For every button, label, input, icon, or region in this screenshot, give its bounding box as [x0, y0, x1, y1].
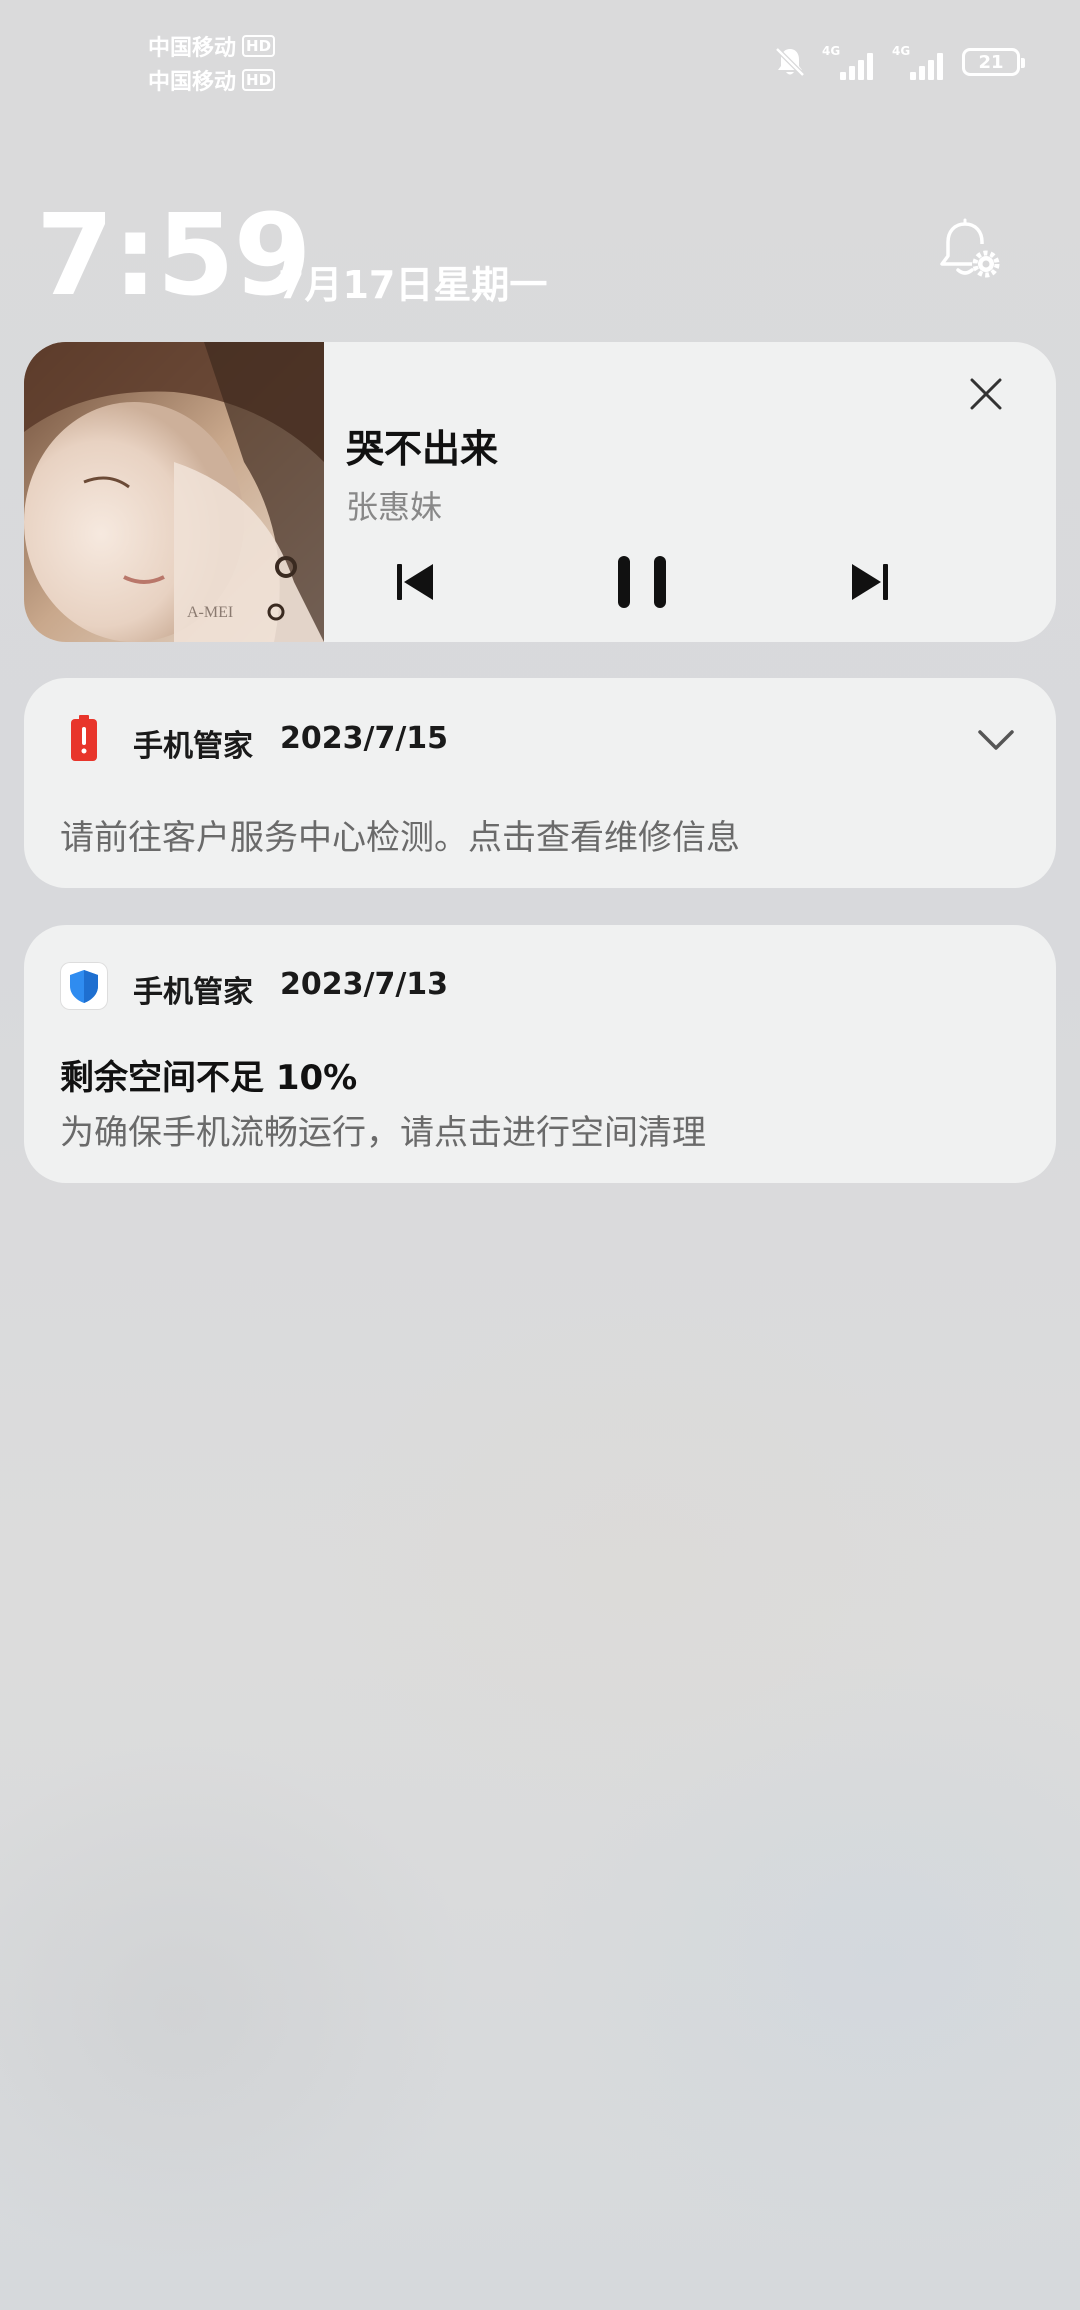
- bell-gear-icon[interactable]: [934, 214, 1004, 284]
- network-2-label: 4G: [892, 44, 911, 58]
- carrier-1: 中国移动 HD: [148, 30, 276, 62]
- notification-date: 2023/7/13: [280, 967, 449, 1002]
- notification-app-name: 手机管家: [133, 729, 253, 764]
- hd-badge: HD: [242, 69, 276, 91]
- close-icon[interactable]: [964, 372, 1008, 416]
- album-text: A-MEI: [187, 604, 233, 621]
- notification-body: 请前往客户服务中心检测。点击查看维修信息: [60, 818, 740, 858]
- notification-title: 剩余空间不足 10%: [60, 1058, 358, 1098]
- hd-badge: HD: [242, 35, 276, 57]
- chevron-down-icon[interactable]: [974, 718, 1018, 762]
- next-icon[interactable]: [840, 552, 900, 612]
- carrier-2: 中国移动 HD: [148, 64, 276, 96]
- signal-icon: 4G: [822, 44, 878, 80]
- album-cover[interactable]: A-MEI: [24, 342, 324, 642]
- battery-level: 21: [978, 51, 1004, 73]
- shield-icon: [60, 962, 108, 1010]
- prev-icon[interactable]: [385, 552, 445, 612]
- battery-icon: 21: [962, 48, 1025, 76]
- lockscreen-time: 7:59: [36, 191, 312, 321]
- lockscreen-date: 7月17日星期一: [278, 263, 548, 307]
- battery-alert-icon: [62, 715, 106, 761]
- song-title: 哭不出来: [346, 427, 499, 471]
- music-card[interactable]: A-MEI: [24, 342, 1056, 642]
- carrier-1-label: 中国移动: [148, 36, 237, 61]
- carrier-2-label: 中国移动: [148, 70, 237, 95]
- network-1-label: 4G: [822, 44, 841, 58]
- song-artist: 张惠妹: [346, 488, 443, 526]
- bell-muted-icon: [775, 47, 805, 77]
- status-icons: 4G 4G 21: [772, 40, 1025, 84]
- notification-date: 2023/7/15: [280, 721, 449, 756]
- notification-body: 为确保手机流畅运行，请点击进行空间清理: [60, 1113, 706, 1153]
- pause-icon[interactable]: [612, 552, 672, 612]
- signal-icon: 4G: [892, 44, 948, 80]
- notification-app-name: 手机管家: [133, 975, 253, 1010]
